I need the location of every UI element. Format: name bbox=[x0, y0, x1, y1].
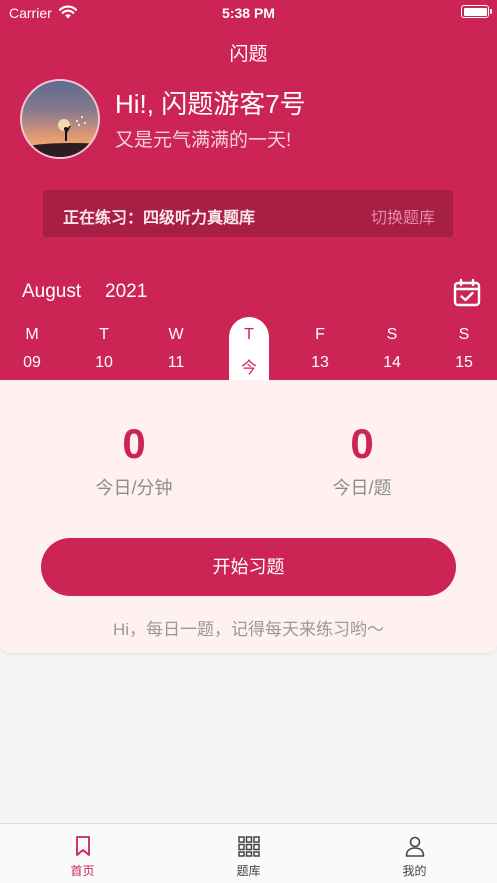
daily-tip: Hi，每日一题，记得每天来练习哟～ bbox=[112, 620, 385, 639]
grid-icon bbox=[237, 836, 260, 857]
day-number: 13 bbox=[311, 354, 329, 371]
day-number: 11 bbox=[167, 354, 185, 371]
minutes-value: 0 bbox=[122, 420, 146, 467]
tab-home[interactable]: 首页 bbox=[0, 824, 165, 883]
day-of-week: F bbox=[315, 326, 325, 343]
day-number: 09 bbox=[23, 354, 41, 371]
calendar-day-mon[interactable]: M 09 bbox=[12, 317, 52, 380]
tab-bar: 首页 题库 我的 bbox=[0, 823, 497, 883]
questions-label: 今日/题 bbox=[332, 478, 392, 498]
day-number: 15 bbox=[455, 354, 473, 371]
header: Carrier 5:38 PM 闪题 Hi!, 闪题游客7号 又是元气满满的一天… bbox=[0, 0, 497, 380]
calendar-year: 2021 bbox=[105, 281, 148, 302]
day-of-week: S bbox=[386, 326, 398, 343]
battery-nub bbox=[490, 9, 492, 14]
tab-label: 首页 bbox=[70, 864, 95, 878]
day-number: 14 bbox=[383, 354, 401, 371]
bookmark-icon bbox=[75, 836, 90, 856]
calendar-day-sun[interactable]: S 15 bbox=[444, 317, 484, 380]
status-time: 5:38 PM bbox=[222, 5, 275, 21]
start-practice-button[interactable]: 开始习题 bbox=[41, 538, 456, 596]
greeting-subtitle: 又是元气满满的一天! bbox=[115, 130, 292, 151]
status-bar: Carrier 5:38 PM bbox=[0, 0, 497, 26]
tab-label: 我的 bbox=[402, 864, 427, 878]
switch-bank-button[interactable]: 切换题库 bbox=[371, 204, 435, 228]
current-practice-label: 正在练习：四级听力真题库 bbox=[63, 210, 256, 227]
tab-label: 题库 bbox=[236, 864, 261, 878]
calendar-day-wed[interactable]: W 11 bbox=[156, 317, 196, 380]
day-number: 10 bbox=[95, 354, 113, 371]
daily-stats-card: 0 今日/分钟 0 今日/题 开始习题 Hi，每日一题，记得每天来练习哟～ bbox=[0, 380, 497, 653]
greeting-title: Hi!, 闪题游客7号 bbox=[115, 89, 306, 119]
battery-icon bbox=[461, 5, 489, 18]
day-of-week: T bbox=[244, 326, 254, 343]
calendar-check-icon[interactable] bbox=[452, 278, 482, 308]
day-number: 今 bbox=[240, 360, 257, 377]
avatar[interactable] bbox=[20, 79, 100, 159]
calendar-month: August bbox=[22, 281, 82, 302]
day-of-week: W bbox=[168, 326, 184, 343]
avatar-silhouette-icon bbox=[22, 116, 98, 157]
tab-question-bank[interactable]: 题库 bbox=[166, 824, 331, 883]
day-of-week: M bbox=[25, 326, 39, 343]
current-practice-bar: 正在练习：四级听力真题库 切换题库 bbox=[43, 190, 453, 237]
calendar-day-tue[interactable]: T 10 bbox=[84, 317, 124, 380]
minutes-label: 今日/分钟 bbox=[95, 478, 173, 498]
calendar-day-fri[interactable]: F 13 bbox=[300, 317, 340, 380]
calendar-day-sat[interactable]: S 14 bbox=[372, 317, 412, 380]
tab-mine[interactable]: 我的 bbox=[332, 824, 497, 883]
calendar-day-today[interactable]: T 今 bbox=[229, 317, 269, 380]
questions-value: 0 bbox=[350, 420, 374, 467]
day-of-week: S bbox=[458, 326, 470, 343]
day-of-week: T bbox=[99, 326, 109, 343]
page-title: 闪题 bbox=[229, 44, 268, 65]
person-icon bbox=[405, 836, 424, 857]
